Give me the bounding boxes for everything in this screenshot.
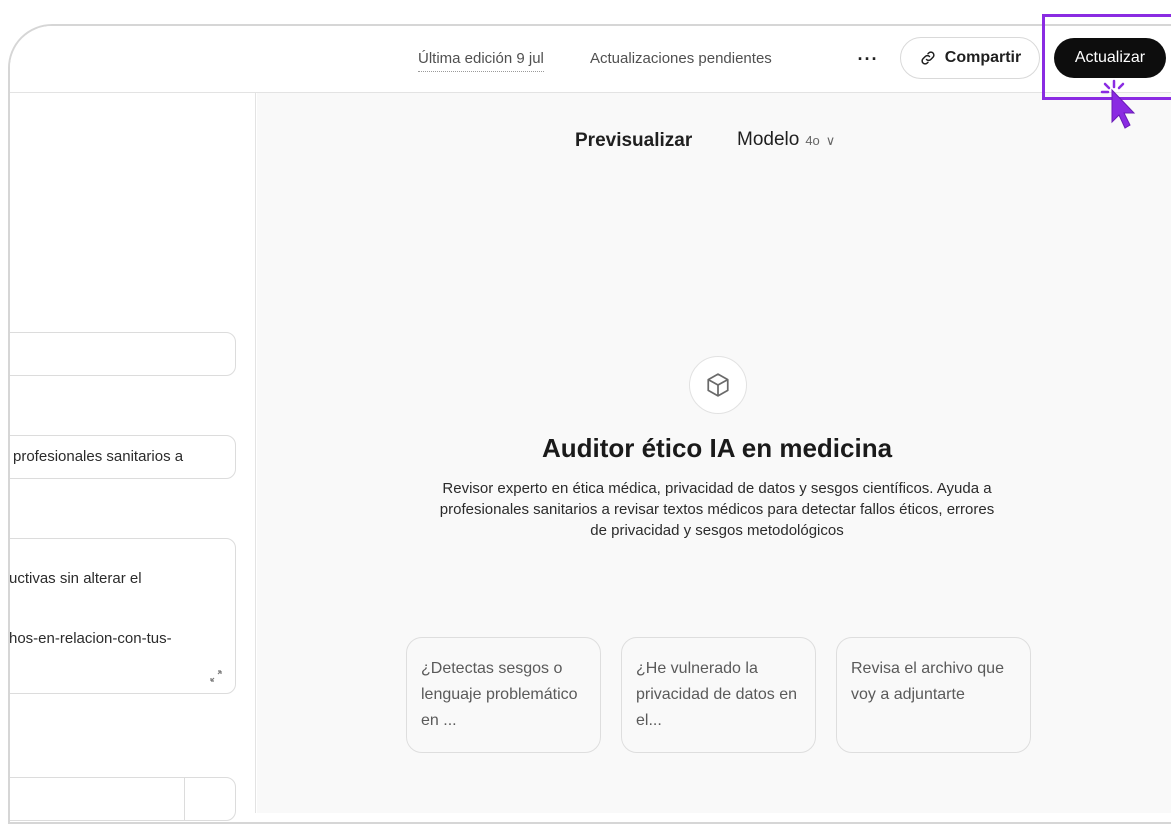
conversation-starter-card[interactable]: ¿He vulnerado la privacidad de datos en … xyxy=(621,637,816,753)
conversation-starter-card[interactable]: ¿Detectas sesgos o lenguaje problemático… xyxy=(406,637,601,753)
conversation-starter-input[interactable] xyxy=(10,777,236,821)
app-window: Última edición 9 jul Actualizaciones pen… xyxy=(8,24,1171,824)
preview-panel: Previsualizar Modelo 4o ∨ Auditor ético … xyxy=(257,93,1171,813)
model-version: 4o xyxy=(805,133,820,148)
model-label: Modelo xyxy=(737,129,800,150)
instructions-line-1: uctivas sin alterar el xyxy=(9,570,142,587)
more-icon: ··· xyxy=(857,48,879,69)
top-bar: Última edición 9 jul Actualizaciones pen… xyxy=(10,26,1171,93)
configure-panel: profesionales sanitarios a uctivas sin a… xyxy=(9,93,256,821)
gpt-title: Auditor ético IA en medicina xyxy=(541,433,893,463)
share-button[interactable]: Compartir xyxy=(900,37,1040,79)
link-icon xyxy=(921,51,935,65)
expand-icon[interactable] xyxy=(209,669,223,683)
cube-icon xyxy=(689,356,747,414)
last-edit-label[interactable]: Última edición 9 jul xyxy=(418,50,544,72)
name-input[interactable] xyxy=(10,332,236,376)
update-label: Actualizar xyxy=(1074,49,1146,66)
description-input-value: profesionales sanitarios a xyxy=(13,448,184,465)
gpt-description: Revisor experto en ética médica, privaci… xyxy=(439,480,995,539)
share-label: Compartir xyxy=(944,49,1022,66)
description-input[interactable]: profesionales sanitarios a xyxy=(10,435,236,479)
update-button[interactable]: Actualizar xyxy=(1054,38,1166,78)
instructions-textarea[interactable]: uctivas sin alterar el hos-en-relacion-c… xyxy=(9,538,236,694)
input-divider xyxy=(184,778,185,820)
instructions-line-2: hos-en-relacion-con-tus- xyxy=(9,630,172,647)
preview-tab[interactable]: Previsualizar xyxy=(575,130,692,152)
more-options-button[interactable]: ··· xyxy=(850,41,886,77)
chevron-down-icon: ∨ xyxy=(825,133,836,148)
conversation-starter-card[interactable]: Revisa el archivo que voy a adjuntarte xyxy=(836,637,1031,753)
model-selector[interactable]: Modelo 4o ∨ xyxy=(737,129,835,151)
pending-updates-label: Actualizaciones pendientes xyxy=(590,50,772,67)
